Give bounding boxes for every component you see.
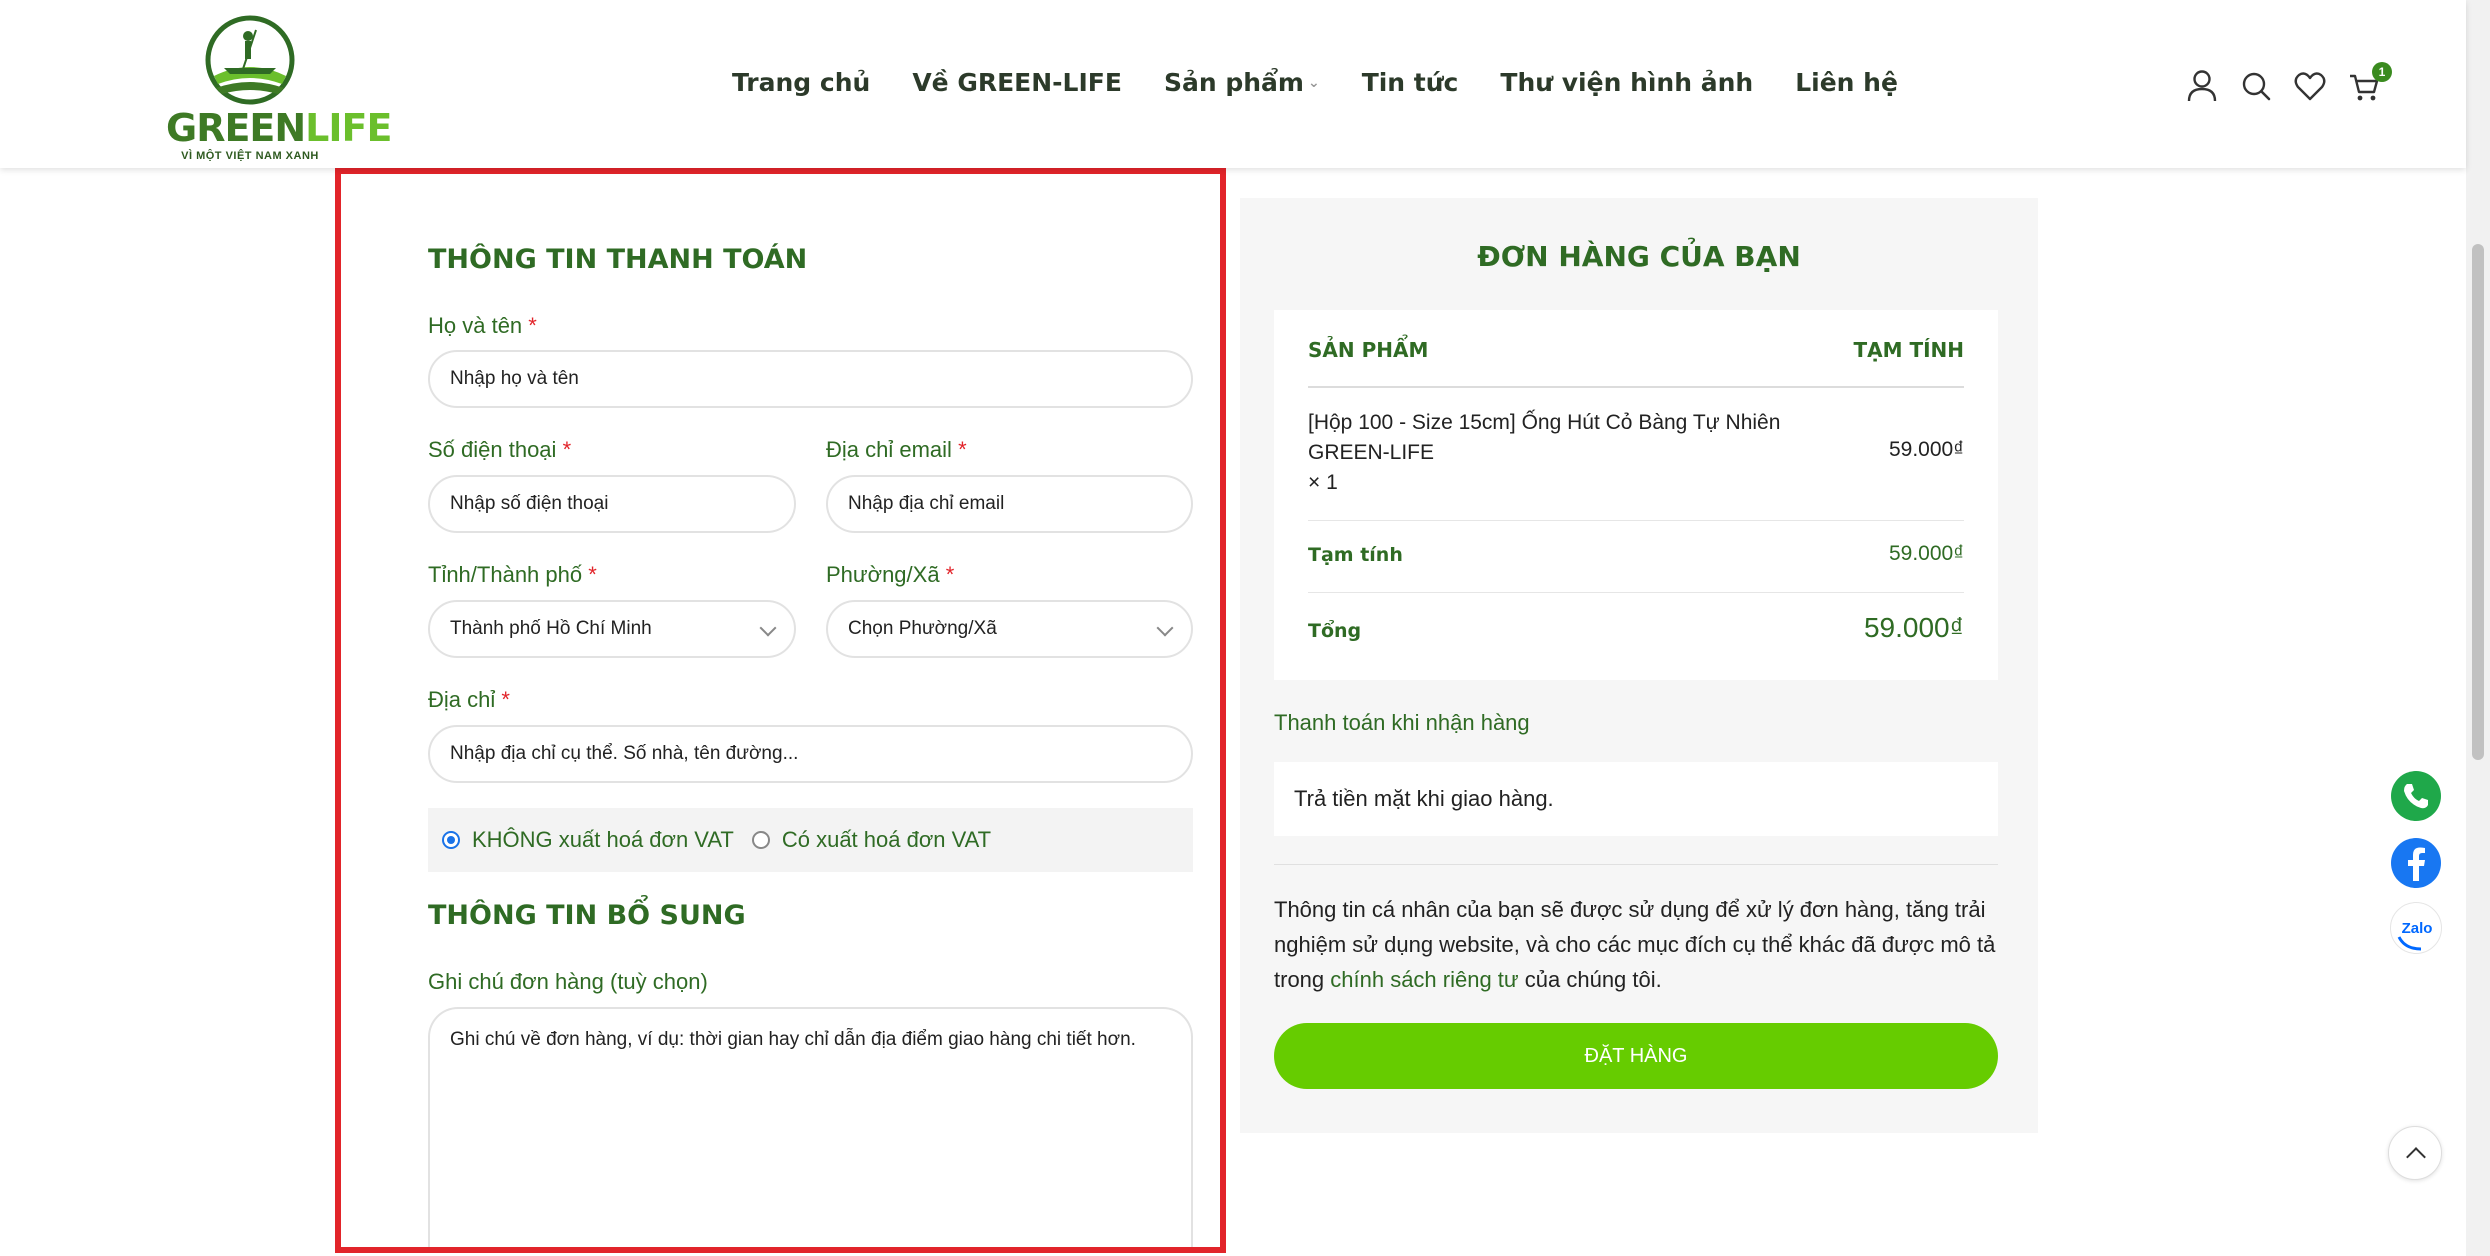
nav-gallery[interactable]: Thư viện hình ảnh bbox=[1500, 68, 1753, 97]
greenlife-logo[interactable]: GREENLIFE VÌ MỘT VIỆT NAM XANH bbox=[166, 10, 392, 162]
divider bbox=[1308, 592, 1964, 593]
scrollbar-thumb[interactable] bbox=[2472, 244, 2484, 760]
header-actions: 1 bbox=[2186, 62, 2392, 104]
cart-count-badge: 1 bbox=[2372, 62, 2392, 82]
order-table: SẢN PHẨM TẠM TÍNH [Hộp 100 - Size 15cm] … bbox=[1274, 310, 1998, 680]
divider bbox=[1308, 386, 1964, 388]
nav-news[interactable]: Tin tức bbox=[1362, 68, 1459, 97]
nav-label: Tin tức bbox=[1361, 68, 1459, 97]
phone-call-icon[interactable] bbox=[2390, 770, 2442, 822]
site-header: GREENLIFE VÌ MỘT VIỆT NAM XANH Trang chủ… bbox=[0, 0, 2466, 168]
zalo-label: Zalo bbox=[2402, 920, 2433, 937]
nav-home[interactable]: Trang chủ bbox=[732, 68, 870, 97]
nav-label: Liên hệ bbox=[1795, 68, 1898, 97]
nav-label: Trang chủ bbox=[732, 68, 871, 97]
logo-tagline: VÌ MỘT VIỆT NAM XANH bbox=[181, 150, 319, 162]
facebook-icon[interactable] bbox=[2390, 837, 2442, 889]
nav-contact[interactable]: Liên hệ bbox=[1795, 68, 1898, 97]
subtotal-value: 59.000₫ bbox=[1888, 542, 1964, 565]
checkout-page: GREENLIFE VÌ MỘT VIỆT NAM XANH Trang chủ… bbox=[0, 0, 2490, 1256]
item-price: 59.000₫ bbox=[1888, 438, 1964, 461]
logo-wordmark: GREENLIFE bbox=[166, 106, 392, 150]
logo-emblem-icon bbox=[205, 15, 295, 105]
place-order-button[interactable]: ĐẶT HÀNG bbox=[1274, 1023, 1998, 1089]
item-qty: × 1 bbox=[1308, 471, 1338, 494]
privacy-text-end: của chúng tôi. bbox=[1518, 967, 1662, 992]
payment-method-label[interactable]: Thanh toán khi nhận hàng bbox=[1274, 710, 1530, 736]
order-title: ĐƠN HÀNG CỦA BẠN bbox=[1477, 240, 1801, 273]
divider bbox=[1308, 520, 1964, 521]
scroll-to-top-button[interactable] bbox=[2388, 1126, 2442, 1180]
heart-icon[interactable] bbox=[2294, 68, 2326, 104]
nav-label: Thư viện hình ảnh bbox=[1500, 68, 1754, 97]
highlight-frame bbox=[335, 168, 1226, 1253]
nav-label: Sản phẩm bbox=[1163, 68, 1304, 97]
order-table-header: SẢN PHẨM TẠM TÍNH bbox=[1308, 338, 1964, 362]
cart-icon[interactable]: 1 bbox=[2348, 62, 2392, 104]
user-icon[interactable] bbox=[2186, 68, 2218, 104]
subtotal-label: Tạm tính bbox=[1308, 544, 1403, 566]
search-icon[interactable] bbox=[2240, 68, 2272, 104]
zalo-icon[interactable]: Zalo bbox=[2390, 902, 2442, 954]
privacy-policy-link[interactable]: chính sách riêng tư bbox=[1330, 967, 1518, 992]
col-subtotal: TẠM TÍNH bbox=[1853, 338, 1964, 362]
nav-products[interactable]: Sản phẩm ⌄ bbox=[1164, 68, 1320, 97]
divider bbox=[1274, 864, 1998, 865]
payment-description: Trả tiền mặt khi giao hàng. bbox=[1274, 762, 1998, 836]
order-item: [Hộp 100 - Size 15cm] Ống Hút Cỏ Bàng Tự… bbox=[1308, 408, 1808, 498]
privacy-notice: Thông tin cá nhân của bạn sẽ được sử dụn… bbox=[1274, 892, 1998, 997]
chevron-down-icon: ⌄ bbox=[1307, 74, 1320, 91]
main-nav: Trang chủ Về GREEN-LIFE Sản phẩm ⌄ Tin tứ… bbox=[732, 68, 1898, 97]
total-label: Tổng bbox=[1308, 620, 1362, 642]
col-product: SẢN PHẨM bbox=[1308, 338, 1429, 362]
nav-about[interactable]: Về GREEN-LIFE bbox=[912, 68, 1122, 97]
nav-label: Về GREEN-LIFE bbox=[912, 68, 1122, 97]
item-name-line1: [Hộp 100 - Size 15cm] Ống Hút Cỏ Bàng Tự… bbox=[1308, 411, 1781, 434]
item-name-line2: GREEN-LIFE bbox=[1308, 441, 1435, 464]
total-value: 59.000₫ bbox=[1863, 612, 1964, 643]
